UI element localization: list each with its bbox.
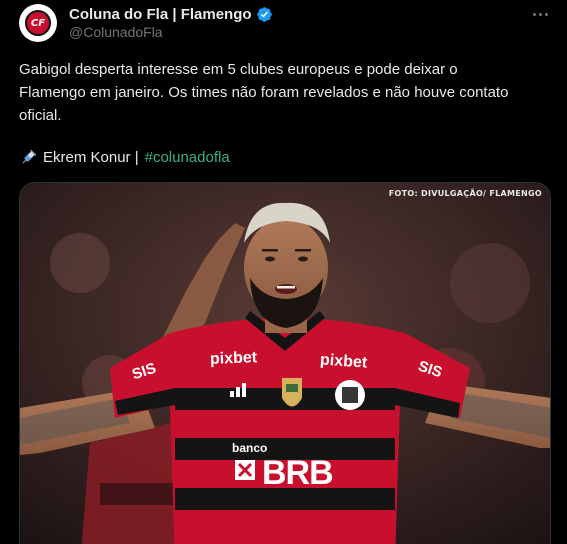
tweet-credit-line: Ekrem Konur | #colunadofla (19, 148, 230, 168)
verified-badge-icon (256, 6, 272, 22)
tweet-text: Gabigol desperta interesse em 5 clubes e… (19, 58, 554, 127)
hashtag-link[interactable]: #colunadofla (145, 148, 230, 168)
display-name[interactable]: Coluna do Fla | Flamengo (69, 6, 252, 23)
jersey-sponsor-1: pixbet (209, 349, 258, 368)
jersey-sponsor-3: banco (232, 441, 268, 455)
jersey-sponsor-2: pixbet (319, 351, 368, 372)
author-name-row[interactable]: Coluna do Fla | Flamengo (69, 4, 273, 24)
jersey-sponsor-4: BRB (262, 454, 334, 492)
avatar-logo: CF (25, 10, 51, 36)
tweet-text-line: Gabigol desperta interesse em 5 clubes e… (19, 61, 458, 78)
photo-caption: FOTO: DIVULGAÇÃO/ FLAMENGO (388, 189, 542, 198)
avatar[interactable]: CF (19, 4, 57, 42)
credit-name: Ekrem Konur | (43, 149, 139, 166)
more-options-icon[interactable] (530, 6, 550, 22)
tweet-photo[interactable]: pixbet pixbet banco BRB SIS SIS FOTO: DI… (19, 182, 551, 544)
tweet-text-line: Flamengo em janeiro. Os times não foram … (19, 84, 509, 101)
author-handle[interactable]: @ColunadoFla (69, 24, 163, 40)
tweet-text-line: oficial. (19, 107, 62, 124)
syringe-icon (22, 149, 37, 164)
